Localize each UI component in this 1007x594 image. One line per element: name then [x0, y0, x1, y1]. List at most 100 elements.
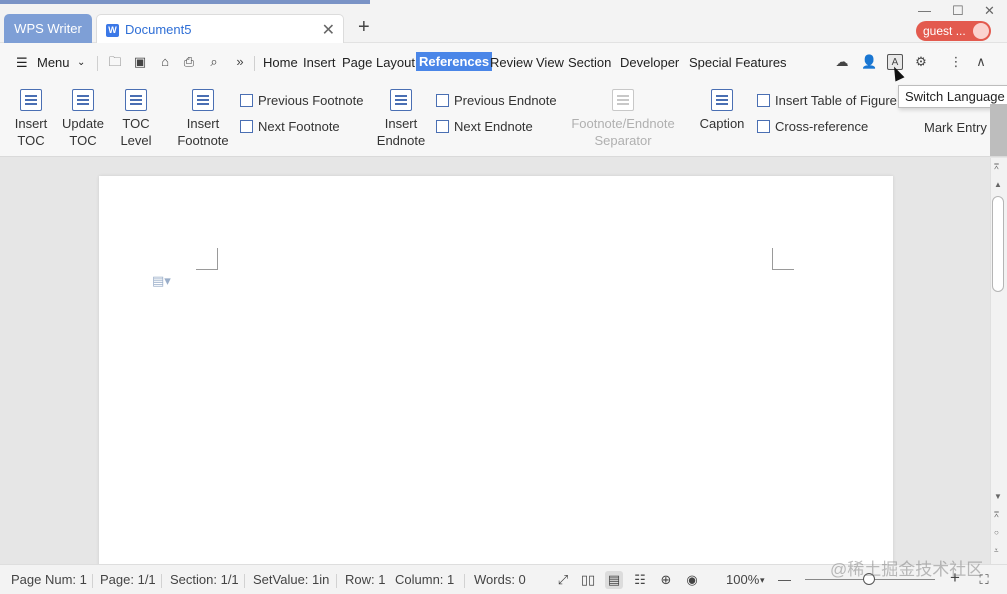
scroll-up-icon[interactable]: ▲	[994, 180, 1002, 189]
divider	[161, 574, 162, 588]
share-user-icon[interactable]: 👤	[861, 54, 877, 70]
previous-endnote-icon	[436, 94, 449, 107]
setvalue-status[interactable]: SetValue: 1in	[253, 572, 329, 587]
collapse-ribbon-icon[interactable]: ∧	[973, 54, 989, 70]
paragraph-options-icon[interactable]: ▤▾	[152, 273, 171, 289]
tab-insert[interactable]: Insert	[303, 55, 336, 70]
format-painter-icon[interactable]: ⌂	[157, 54, 173, 70]
words-status[interactable]: Words: 0	[474, 572, 526, 587]
next-footnote-label: Next Footnote	[258, 119, 340, 134]
menu-bar: ☰ Menu ⌄ 🗀 ▣ ⌂ ⎙ ⌕ » Home Insert Page La…	[0, 43, 1007, 81]
page-view-icon[interactable]: ▤	[605, 571, 623, 589]
zoom-out-button[interactable]: —	[778, 572, 791, 587]
outline-view-icon[interactable]: ☷	[631, 571, 649, 589]
document-tab[interactable]: W Document5 ✕	[96, 14, 344, 44]
minimize-icon[interactable]: —	[918, 3, 931, 18]
ribbon-scroll[interactable]	[990, 104, 1007, 156]
insert-footnote-button[interactable]: Insert Footnote	[174, 89, 232, 149]
insert-endnote-button[interactable]: Insert Endnote	[374, 89, 428, 149]
tab-view[interactable]: View	[536, 55, 564, 70]
next-endnote-label: Next Endnote	[454, 119, 533, 134]
separator-label: Footnote/Endnote Separator	[571, 116, 675, 148]
save-icon[interactable]: ▣	[132, 54, 148, 70]
tab-developer[interactable]: Developer	[620, 55, 679, 70]
previous-endnote-label: Previous Endnote	[454, 93, 557, 108]
next-endnote-button[interactable]: Next Endnote	[436, 119, 533, 134]
caption-label: Caption	[699, 116, 745, 131]
insert-table-of-figures-button[interactable]: Insert Table of Figure	[757, 93, 897, 108]
app-tab[interactable]: WPS Writer	[4, 14, 92, 43]
document-tab-label: Document5	[125, 22, 192, 37]
page-status[interactable]: Page: 1/1	[100, 572, 156, 587]
eye-protection-icon[interactable]: ◉	[683, 571, 701, 589]
tab-page-layout[interactable]: Page Layout	[342, 55, 415, 70]
previous-endnote-button[interactable]: Previous Endnote	[436, 93, 557, 108]
next-footnote-button[interactable]: Next Footnote	[240, 119, 340, 134]
next-page-icon[interactable]: ⩡	[994, 546, 999, 556]
mark-entry-label: Mark Entry	[924, 120, 987, 135]
column-status[interactable]: Column: 1	[395, 572, 454, 587]
crop-mark-left	[196, 248, 218, 270]
watermark: @稀土掘金技术社区	[830, 560, 984, 579]
folder-open-icon[interactable]: 🗀	[107, 54, 123, 70]
mark-entry-button[interactable]: Mark Entry	[924, 120, 987, 135]
divider	[244, 574, 245, 588]
close-window-icon[interactable]: ✕	[984, 3, 995, 19]
chevron-down-icon[interactable]: ⌄	[77, 57, 85, 68]
scroll-down-icon[interactable]: ▼	[994, 492, 1002, 501]
insert-table-of-figures-label: Insert Table of Figure	[775, 93, 897, 108]
fullscreen-icon[interactable]: ⤢	[554, 571, 572, 589]
separator-icon	[612, 89, 634, 111]
title-bar: WPS Writer W Document5 ✕ + — ☐ ✕ guest .…	[0, 0, 1007, 44]
divider	[336, 574, 337, 588]
previous-footnote-label: Previous Footnote	[258, 93, 364, 108]
vertical-scrollbar[interactable]: ⩞ ▲ ▼ ⩞ ○ ⩡	[990, 158, 1007, 564]
toc-level-button[interactable]: TOC Level	[114, 89, 158, 149]
zoom-dropdown-icon[interactable]: ▾	[760, 575, 765, 586]
caption-button[interactable]: Caption	[698, 89, 746, 132]
cloud-icon[interactable]: ☁	[834, 54, 850, 70]
cross-reference-icon	[757, 120, 770, 133]
insert-endnote-label: Insert Endnote	[376, 116, 426, 148]
reading-mode-icon[interactable]: ▯▯	[579, 571, 597, 589]
update-toc-button[interactable]: Update TOC	[60, 89, 106, 149]
page-num-status[interactable]: Page Num: 1	[11, 572, 87, 587]
print-icon[interactable]: ⎙	[181, 54, 197, 70]
more-commands-icon[interactable]: »	[232, 54, 248, 70]
update-toc-label: Update TOC	[62, 116, 104, 148]
print-preview-icon[interactable]: ⌕	[206, 54, 222, 70]
new-tab-button[interactable]: +	[358, 16, 370, 39]
divider	[92, 574, 93, 588]
scrollbar-thumb[interactable]	[992, 196, 1004, 292]
footnote-endnote-separator-button[interactable]: Footnote/Endnote Separator	[566, 89, 680, 149]
cross-reference-label: Cross-reference	[775, 119, 869, 134]
menu-button[interactable]: Menu	[37, 55, 70, 70]
row-status[interactable]: Row: 1	[345, 572, 385, 587]
previous-page-icon[interactable]: ⩞	[994, 510, 999, 520]
browse-object-icon[interactable]: ○	[994, 528, 999, 537]
document-page[interactable]: ▤▾	[99, 176, 893, 576]
kebab-icon[interactable]: ⋮	[948, 54, 964, 70]
previous-footnote-button[interactable]: Previous Footnote	[240, 93, 364, 108]
scroll-top-icon[interactable]: ⩞	[994, 162, 999, 172]
zoom-level[interactable]: 100%	[726, 572, 759, 587]
tab-section[interactable]: Section	[568, 55, 611, 70]
toc-level-label: TOC Level	[120, 116, 152, 148]
tab-special-features[interactable]: Special Features	[689, 55, 787, 70]
insert-toc-button[interactable]: Insert TOC	[10, 89, 52, 149]
tab-home[interactable]: Home	[263, 55, 298, 70]
hamburger-icon[interactable]: ☰	[16, 55, 28, 71]
previous-footnote-icon	[240, 94, 253, 107]
crop-mark-right	[772, 248, 794, 270]
tab-references[interactable]: References	[416, 52, 493, 71]
maximize-icon[interactable]: ☐	[952, 3, 964, 19]
cross-reference-button[interactable]: Cross-reference	[757, 119, 868, 134]
settings-icon[interactable]: ⚙	[913, 54, 929, 70]
top-strip	[0, 0, 370, 4]
user-account-button[interactable]: guest ...	[916, 21, 991, 41]
close-tab-icon[interactable]: ✕	[322, 20, 335, 40]
section-status[interactable]: Section: 1/1	[170, 572, 239, 587]
tab-review[interactable]: Review	[490, 55, 533, 70]
web-view-icon[interactable]: ⊕	[657, 571, 675, 589]
writer-doc-icon: W	[106, 24, 119, 37]
